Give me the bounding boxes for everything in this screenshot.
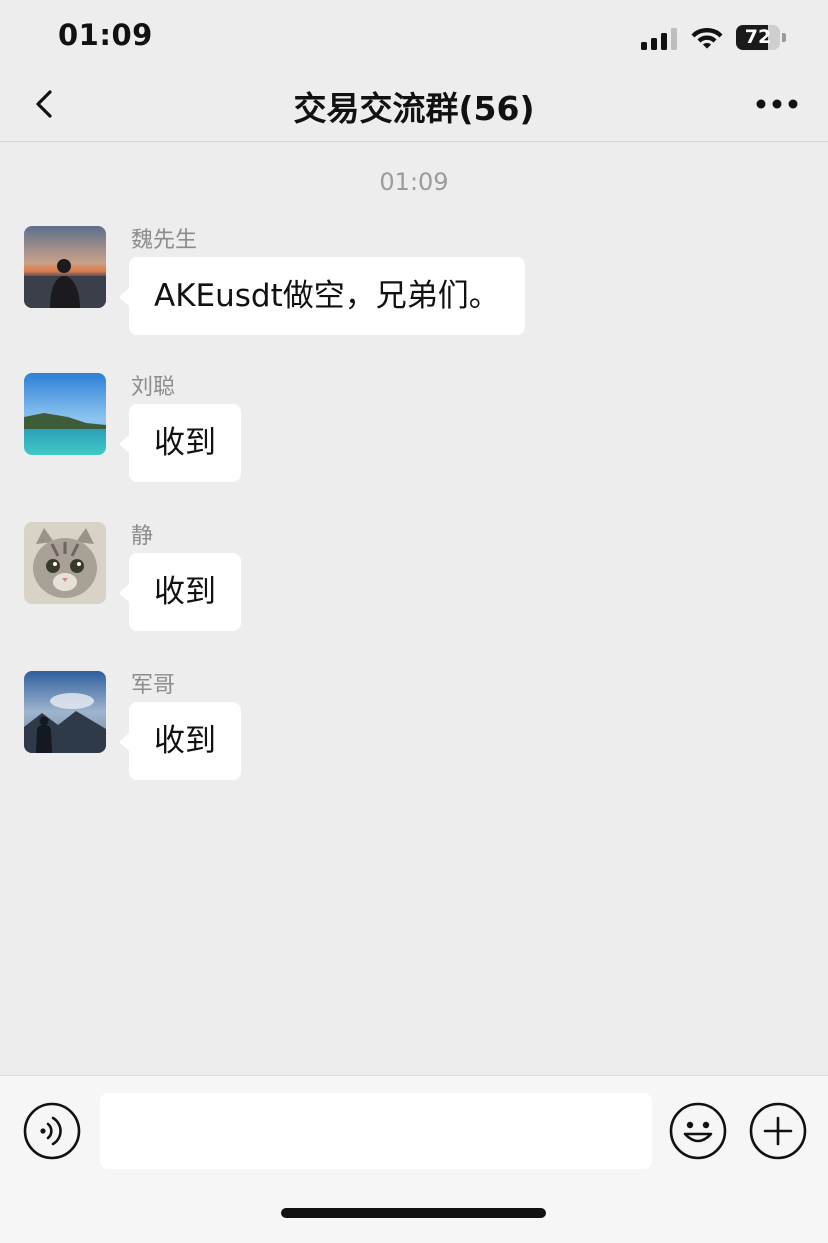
sender-name: 魏先生 <box>131 228 198 253</box>
battery-percent: 72 <box>744 26 772 48</box>
cellular-signal-icon <box>641 28 677 50</box>
sunset-silhouette-avatar <box>24 226 106 308</box>
message-bubble[interactable]: 收到 <box>119 404 241 482</box>
plus-icon[interactable] <box>749 1102 807 1160</box>
avatar[interactable] <box>24 373 106 455</box>
chat-header: 交易交流群(56) <box>0 72 828 142</box>
voice-icon[interactable] <box>23 1102 81 1160</box>
sender-name: 军哥 <box>131 673 176 698</box>
status-bar: 01:09 72 <box>0 0 828 72</box>
battery-body: 72 <box>736 25 780 50</box>
message-bubble[interactable]: AKEusdt做空，兄弟们。 <box>119 257 525 335</box>
battery-icon: 72 <box>736 25 786 50</box>
chat-input-bar <box>0 1075 828 1243</box>
status-time: 01:09 <box>58 18 153 52</box>
more-dots-icon[interactable] <box>752 92 804 116</box>
avatar[interactable] <box>24 522 106 604</box>
message-input[interactable] <box>100 1093 652 1169</box>
wifi-icon <box>691 28 723 49</box>
avatar[interactable] <box>24 226 106 308</box>
avatar[interactable] <box>24 671 106 753</box>
mountain-sky-silhouette-avatar <box>24 671 106 753</box>
cat-avatar <box>24 522 106 604</box>
emoji-icon[interactable] <box>669 1102 727 1160</box>
message-bubble[interactable]: 收到 <box>119 702 241 780</box>
battery-tip <box>782 33 786 42</box>
home-indicator[interactable] <box>281 1208 546 1218</box>
chat-title[interactable]: 交易交流群(56) <box>0 82 828 130</box>
message-bubble[interactable]: 收到 <box>119 553 241 631</box>
chat-timestamp: 01:09 <box>379 168 449 196</box>
ocean-coast-avatar <box>24 373 106 455</box>
sender-name: 静 <box>131 524 154 549</box>
sender-name: 刘聪 <box>131 375 176 400</box>
